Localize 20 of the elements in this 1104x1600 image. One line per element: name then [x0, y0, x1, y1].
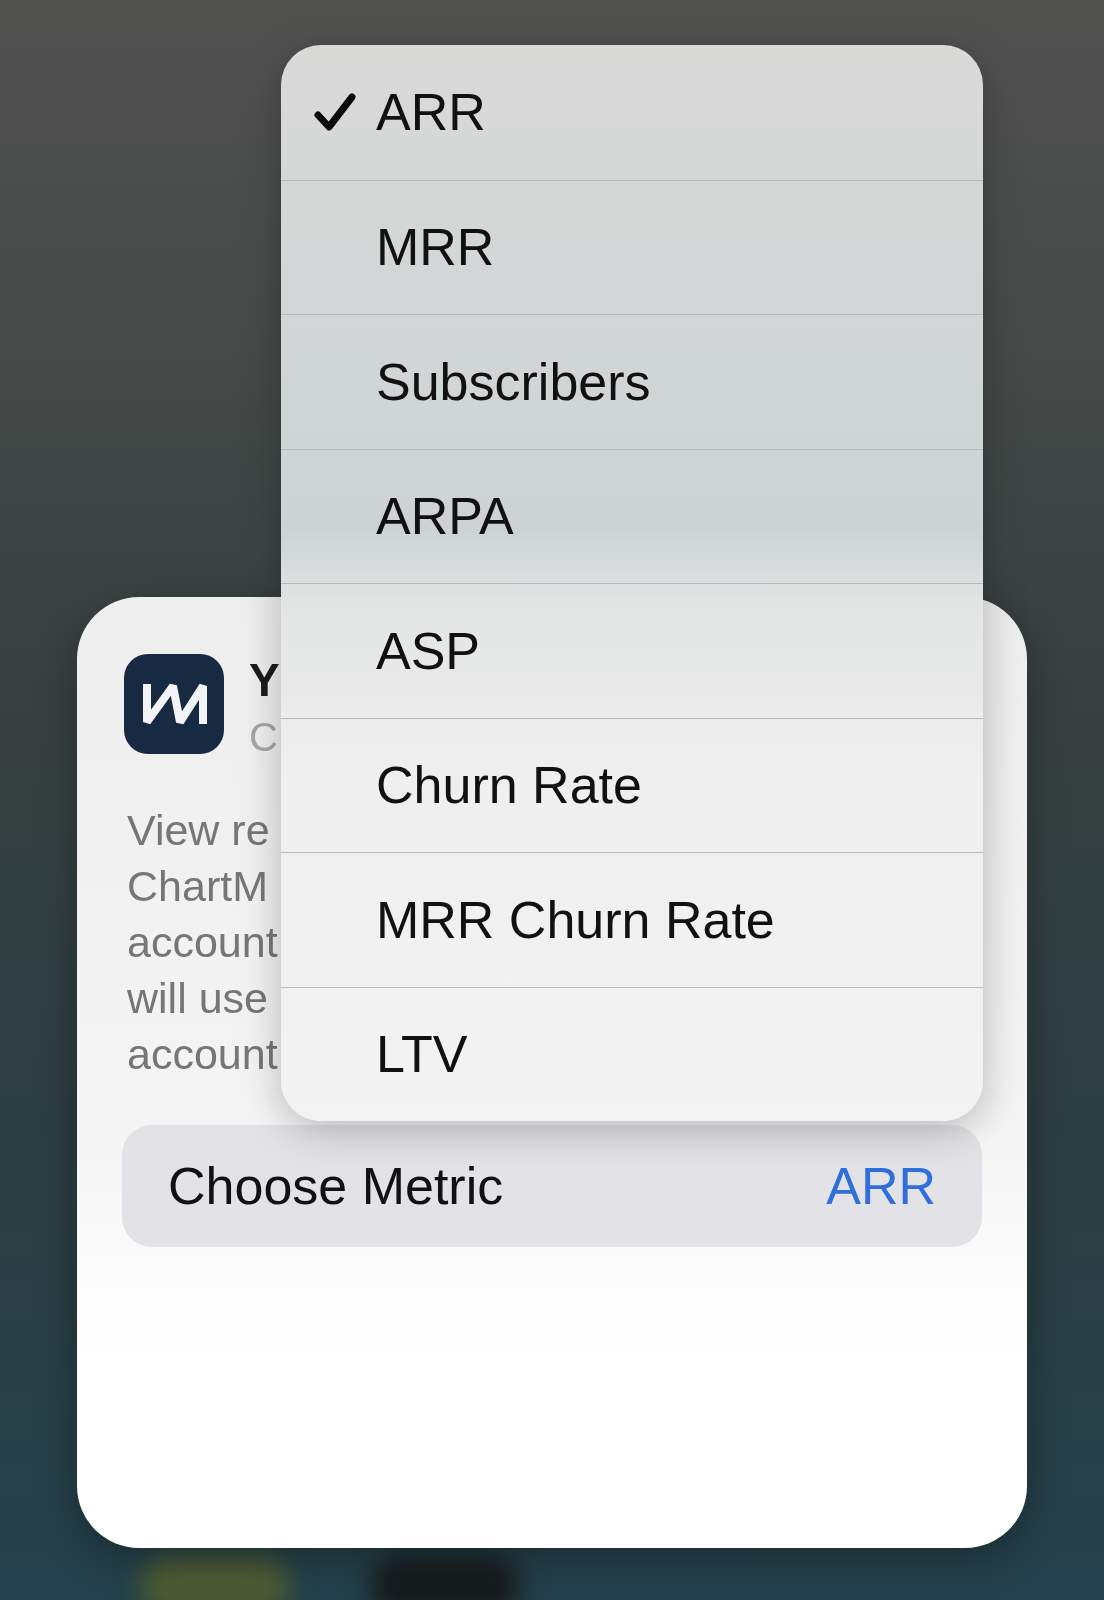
description-line: ChartM: [127, 861, 268, 912]
menu-item[interactable]: ARR: [281, 45, 983, 180]
menu-item[interactable]: MRR: [281, 179, 983, 314]
menu-item[interactable]: LTV: [281, 986, 983, 1121]
choose-metric-row[interactable]: Choose Metric ARR: [122, 1125, 982, 1247]
menu-item[interactable]: ARPA: [281, 448, 983, 583]
description-line: account: [127, 1029, 278, 1080]
app-logo-icon: [124, 654, 224, 754]
widget-title: Y: [249, 654, 280, 706]
description-line: will use: [127, 973, 268, 1024]
menu-item[interactable]: MRR Churn Rate: [281, 852, 983, 987]
menu-item[interactable]: Subscribers: [281, 314, 983, 449]
widget-subtitle: C: [249, 714, 279, 760]
selected-metric-value: ARR: [826, 1156, 936, 1216]
menu-item[interactable]: ASP: [281, 583, 983, 718]
checkmark-icon: [314, 92, 356, 133]
description-line: account: [127, 917, 278, 968]
setting-label: Choose Metric: [168, 1156, 504, 1216]
description-line: View re: [127, 805, 270, 856]
menu-item[interactable]: Churn Rate: [281, 717, 983, 852]
